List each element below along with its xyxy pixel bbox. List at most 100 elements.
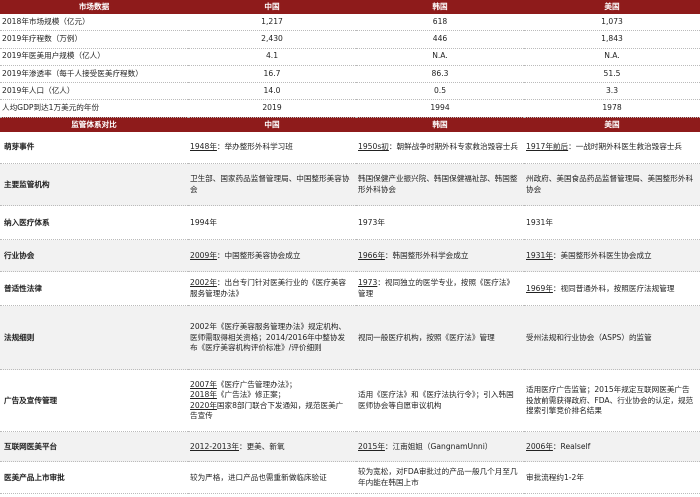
market-us-value: 1978 [524, 99, 700, 118]
underlined-date: 1950s初 [358, 142, 389, 152]
market-header-cn: 中国 [188, 0, 356, 14]
market-row-label: 2019年医美用户规模（亿人） [0, 48, 188, 66]
market-us-value: N.A. [524, 48, 700, 66]
underlined-date: 2009年 [190, 250, 217, 260]
cell-text: ：朝鲜战争时期外科专家救治毁容士兵 [388, 142, 518, 152]
market-row-label: 2018年市场规模（亿元） [0, 14, 188, 32]
market-cn-value: 4.1 [188, 48, 356, 66]
market-kr-value: 618 [356, 14, 524, 32]
regulation-cn-cell: 卫生部、国家药品监督管理局、中国整形美容协会 [188, 163, 356, 207]
underlined-date: 1931年 [526, 250, 553, 260]
cell-text: ：更美、新氧 [239, 441, 285, 451]
underlined-date: 2006年 [526, 441, 553, 451]
regulation-cn-cell: 2002年《医疗美容服务管理办法》规定机构、医师需取得相关资格；2014/201… [188, 305, 356, 371]
underlined-date: 1973 [358, 278, 378, 288]
cell-text: ：韩国整形外科学会成立 [384, 250, 469, 260]
regulation-kr-cell: 1973年 [356, 205, 524, 241]
regulation-cn-cell: 1948年：举办整形外科学习班 [188, 131, 356, 165]
regulation-header-kr: 韩国 [356, 117, 524, 132]
regulation-cn-cell: 2002年：出台专门针对医美行业的《医疗美容服务管理办法》 [188, 271, 356, 307]
market-kr-value: N.A. [356, 48, 524, 66]
market-row-label: 2019年人口（亿人） [0, 82, 188, 101]
underlined-date: 2007年 [190, 379, 217, 389]
regulation-us-cell: 审批流程约1-2年 [524, 461, 700, 495]
regulation-us-cell: 1931年 [524, 205, 700, 241]
underlined-date: 1969年 [526, 283, 553, 293]
regulation-cn-cell: 2009年：中国整形美容协会成立 [188, 239, 356, 273]
underlined-date: 1948年 [190, 142, 217, 152]
regulation-row: 纳入医疗体系 1994年 1973年 1931年 [0, 205, 700, 241]
market-row: 人均GDP到达1万美元的年份 2019 1994 1978 [0, 99, 700, 118]
cell-text: 《医疗广告管理办法》； [216, 379, 297, 389]
regulation-cn-cell: 1994年 [188, 205, 356, 241]
market-row-label: 2019年疗程数（万例） [0, 30, 188, 49]
regulation-row-label: 行业协会 [0, 239, 188, 273]
market-kr-value: 0.5 [356, 82, 524, 101]
market-cn-value: 14.0 [188, 82, 356, 101]
comparison-table: 市场数据 中国 韩国 美国 2018年市场规模（亿元） 1,217 618 1,… [0, 0, 700, 495]
market-us-value: 3.3 [524, 82, 700, 101]
market-cn-value: 1,217 [188, 14, 356, 32]
market-row: 2019年渗透率（每千人接受医美疗程数） 16.7 86.3 51.5 [0, 65, 700, 84]
market-us-value: 51.5 [524, 65, 700, 84]
regulation-header-cn: 中国 [188, 117, 356, 132]
cell-text: ：一战时期外科医生救治毁容士兵 [568, 142, 683, 152]
cell-text: ：Realself [552, 441, 591, 451]
underlined-date: 2015年 [358, 441, 385, 451]
cell-text: 《广告法》修正案； [216, 390, 286, 400]
regulation-row-label: 主要监管机构 [0, 163, 188, 207]
market-header-us: 美国 [524, 0, 700, 14]
cell-text: ：视同独立的医学专业，按照《医疗法》管理 [358, 278, 515, 298]
regulation-us-cell: 2006年：Realself [524, 431, 700, 463]
regulation-row-label: 普适性法律 [0, 271, 188, 307]
regulation-row-label: 萌芽事件 [0, 131, 188, 165]
underlined-date: 1917年前后 [526, 142, 569, 152]
regulation-kr-cell: 1966年：韩国整形外科学会成立 [356, 239, 524, 273]
market-row: 2019年医美用户规模（亿人） 4.1 N.A. N.A. [0, 48, 700, 66]
market-kr-value: 1994 [356, 99, 524, 118]
regulation-row: 法规细则 2002年《医疗美容服务管理办法》规定机构、医师需取得相关资格；201… [0, 305, 700, 371]
regulation-kr-cell: 1950s初：朝鲜战争时期外科专家救治毁容士兵 [356, 131, 524, 165]
regulation-header-us: 美国 [524, 117, 700, 132]
regulation-us-cell: 州政府、美国食品药品监督管理局、美国整形外科协会 [524, 163, 700, 207]
market-kr-value: 446 [356, 30, 524, 49]
regulation-row-label: 医美产品上市审批 [0, 461, 188, 495]
regulation-row-label: 法规细则 [0, 305, 188, 371]
market-header-label: 市场数据 [0, 0, 188, 14]
regulation-kr-cell: 适用《医疗法》和《医疗法执行令》；引入韩国医师协会等自愿审议机构 [356, 369, 524, 433]
market-cn-value: 2019 [188, 99, 356, 118]
underlined-date: 2020年 [190, 400, 217, 410]
regulation-kr-cell: 1973：视同独立的医学专业，按照《医疗法》管理 [356, 271, 524, 307]
regulation-header-label: 监管体系对比 [0, 117, 188, 132]
market-row: 2018年市场规模（亿元） 1,217 618 1,073 [0, 14, 700, 32]
regulation-us-cell: 适用医疗广告监管；2015年规定互联网医美广告投放前需获得政府、FDA、行业协会… [524, 369, 700, 433]
regulation-row: 萌芽事件 1948年：举办整形外科学习班 1950s初：朝鲜战争时期外科专家救治… [0, 131, 700, 165]
market-row: 2019年人口（亿人） 14.0 0.5 3.3 [0, 82, 700, 101]
regulation-us-cell: 受州法规和行业协会（ASPS）的监管 [524, 305, 700, 371]
regulation-row: 行业协会 2009年：中国整形美容协会成立 1966年：韩国整形外科学会成立 1… [0, 239, 700, 273]
market-cn-value: 2,430 [188, 30, 356, 49]
regulation-row: 医美产品上市审批 较为严格，进口产品也需重新做临床验证 较为宽松，对FDA审批过… [0, 461, 700, 495]
cell-text: ：中国整形美容协会成立 [216, 250, 301, 260]
cell-text: ：视同普通外科，按照医疗法规管理 [552, 283, 675, 293]
cell-text: ：美国整形外科医生协会成立 [552, 250, 652, 260]
regulation-kr-cell: 较为宽松，对FDA审批过的产品一般几个月至几年内能在韩国上市 [356, 461, 524, 495]
market-us-value: 1,073 [524, 14, 700, 32]
regulation-kr-cell: 视同一般医疗机构，按照《医疗法》管理 [356, 305, 524, 371]
regulation-row: 广告及宣传管理 2007年《医疗广告管理办法》； 2018年《广告法》修正案； … [0, 369, 700, 433]
underlined-date: 1966年 [358, 250, 385, 260]
regulation-row: 互联网医美平台 2012-2013年：更美、新氧 2015年：江南姐姐（Gang… [0, 431, 700, 463]
market-us-value: 1,843 [524, 30, 700, 49]
regulation-row: 主要监管机构 卫生部、国家药品监督管理局、中国整形美容协会 韩国保健产业振兴院、… [0, 163, 700, 207]
market-row-label: 2019年渗透率（每千人接受医美疗程数） [0, 65, 188, 84]
cell-text: ：江南姐姐（GangnamUnni） [384, 441, 493, 451]
regulation-cn-cell: 较为严格，进口产品也需重新做临床验证 [188, 461, 356, 495]
market-cn-value: 16.7 [188, 65, 356, 84]
regulation-kr-cell: 韩国保健产业振兴院、韩国保健福祉部、韩国整形外科协会 [356, 163, 524, 207]
cell-text: ：举办整形外科学习班 [216, 142, 293, 152]
regulation-row-label: 广告及宣传管理 [0, 369, 188, 433]
underlined-date: 2012-2013年 [190, 441, 239, 451]
regulation-row-label: 互联网医美平台 [0, 431, 188, 463]
regulation-cn-cell: 2007年《医疗广告管理办法》； 2018年《广告法》修正案； 2020年国家8… [188, 369, 356, 433]
underlined-date: 2002年 [190, 278, 217, 288]
